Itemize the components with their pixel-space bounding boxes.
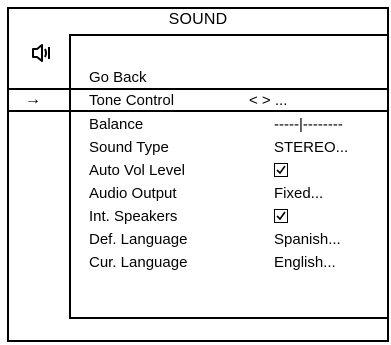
menu-item-value: -----|-------- <box>274 116 343 133</box>
int-speakers-checkbox[interactable] <box>274 208 288 226</box>
menu-item-sound-type[interactable]: Sound Type STEREO... <box>9 137 389 159</box>
sound-menu-panel: SOUND Go Back → Tone Control < > ... Bal… <box>7 7 389 342</box>
checkbox-checked-icon <box>274 209 288 223</box>
menu-item-label: Tone Control <box>89 92 175 109</box>
menu-title-bar: SOUND <box>9 9 387 34</box>
auto-vol-checkbox[interactable] <box>274 162 288 180</box>
menu-item-value: Fixed... <box>274 185 324 202</box>
menu-item-balance[interactable]: Balance -----|-------- <box>9 114 389 136</box>
menu-item-audio-output[interactable]: Audio Output Fixed... <box>9 183 389 205</box>
checkbox-checked-icon <box>274 163 288 177</box>
menu-item-value: Spanish... <box>274 231 341 248</box>
menu-item-value: STEREO... <box>274 139 349 156</box>
menu-item-label: Int. Speakers <box>89 208 178 225</box>
menu-item-cur-language[interactable]: Cur. Language English... <box>9 252 389 274</box>
menu-item-label: Go Back <box>89 69 147 86</box>
menu-item-label: Sound Type <box>89 139 169 156</box>
menu-item-value: < > ... <box>249 92 288 109</box>
menu-item-value: English... <box>274 254 336 271</box>
menu-item-int-speakers[interactable]: Int. Speakers <box>9 206 389 228</box>
right-arrow-icon: → <box>25 91 41 108</box>
menu-item-tone-control[interactable]: → Tone Control < > ... <box>9 88 389 112</box>
menu-item-go-back[interactable]: Go Back <box>9 67 389 89</box>
menu-item-label: Auto Vol Level <box>89 162 185 179</box>
menu-item-def-language[interactable]: Def. Language Spanish... <box>9 229 389 251</box>
menu-item-label: Cur. Language <box>89 254 188 271</box>
menu-title: SOUND <box>168 11 228 28</box>
menu-item-label: Audio Output <box>89 185 177 202</box>
menu-item-label: Balance <box>89 116 144 133</box>
menu-item-label: Def. Language <box>89 231 188 248</box>
speaker-icon <box>32 44 50 62</box>
menu-item-auto-vol-level[interactable]: Auto Vol Level <box>9 160 389 182</box>
